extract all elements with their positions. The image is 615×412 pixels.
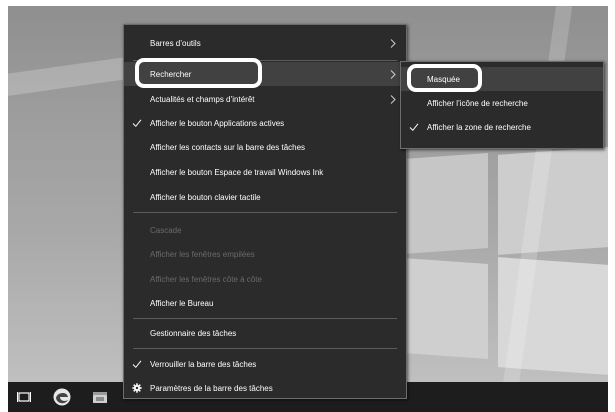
menu-item-label: Afficher l’icône de recherche [427, 99, 528, 108]
menu-item-label: Barres d’outils [150, 39, 201, 48]
gear-icon [132, 383, 142, 393]
chevron-right-icon [390, 95, 396, 104]
chevron-right-icon [390, 70, 396, 79]
menu-item-label: Gestionnaire des tâches [150, 329, 237, 338]
menu-item-label: Afficher la zone de recherche [427, 123, 531, 132]
menu-item-label: Afficher les fenêtres empilées [150, 250, 255, 259]
menu-item-label: Cascade [150, 226, 182, 235]
chevron-right-icon [390, 39, 396, 48]
menu-item-side-by-side-windows: Afficher les fenêtres côte à côte [124, 267, 406, 291]
menu-separator [133, 212, 397, 213]
menu-separator [133, 348, 397, 349]
menu-item-stacked-windows: Afficher les fenêtres empilées [124, 242, 406, 266]
submenu-item-show-search-icon[interactable]: Afficher l’icône de recherche [401, 91, 603, 115]
checkmark-icon [409, 123, 419, 132]
checkmark-icon [132, 119, 142, 128]
menu-item-label: Afficher le bouton Applications actives [150, 119, 285, 128]
menu-item-label: Paramètres de la barre des tâches [150, 384, 273, 393]
menu-item-label: Afficher le bouton clavier tactile [150, 193, 261, 202]
menu-item-label: Afficher les fenêtres côte à côte [150, 275, 262, 284]
file-explorer-icon[interactable] [86, 382, 114, 412]
menu-item-label: Afficher le Bureau [150, 299, 214, 308]
wallpaper-pane [498, 147, 608, 255]
callout-ring-masquee [407, 64, 482, 92]
menu-item-show-desktop[interactable]: Afficher le Bureau [124, 291, 406, 315]
menu-item-cascade: Cascade [124, 218, 406, 242]
menu-item-show-touch-keyboard[interactable]: Afficher le bouton clavier tactile [124, 185, 406, 209]
task-view-icon[interactable] [10, 382, 38, 412]
menu-item-show-contacts[interactable]: Afficher les contacts sur la barre des t… [124, 135, 406, 159]
menu-item-taskbar-settings[interactable]: Paramètres de la barre des tâches [124, 376, 406, 400]
edge-icon[interactable] [48, 382, 76, 412]
checkmark-icon [132, 360, 142, 369]
menu-item-show-windows-ink[interactable]: Afficher le bouton Espace de travail Win… [124, 160, 406, 184]
menu-separator [133, 318, 397, 319]
submenu-item-show-search-box[interactable]: Afficher la zone de recherche [401, 115, 603, 139]
menu-item-label: Afficher le bouton Espace de travail Win… [150, 168, 324, 177]
wallpaper-pane [403, 153, 488, 254]
menu-item-label: Afficher les contacts sur la barre des t… [150, 143, 306, 152]
menu-item-label: Actualités et champs d’intérêt [150, 95, 255, 104]
menu-item-toolbars[interactable]: Barres d’outils [124, 31, 406, 55]
wallpaper-pane [403, 258, 488, 359]
callout-ring-rechercher [135, 58, 262, 88]
menu-item-label: Verrouiller la barre des tâches [150, 360, 257, 369]
menu-item-show-task-view-button[interactable]: Afficher le bouton Applications actives [124, 111, 406, 135]
menu-item-news-interests[interactable]: Actualités et champs d’intérêt [124, 87, 406, 111]
menu-item-lock-taskbar[interactable]: Verrouiller la barre des tâches [124, 352, 406, 376]
menu-item-task-manager[interactable]: Gestionnaire des tâches [124, 321, 406, 345]
